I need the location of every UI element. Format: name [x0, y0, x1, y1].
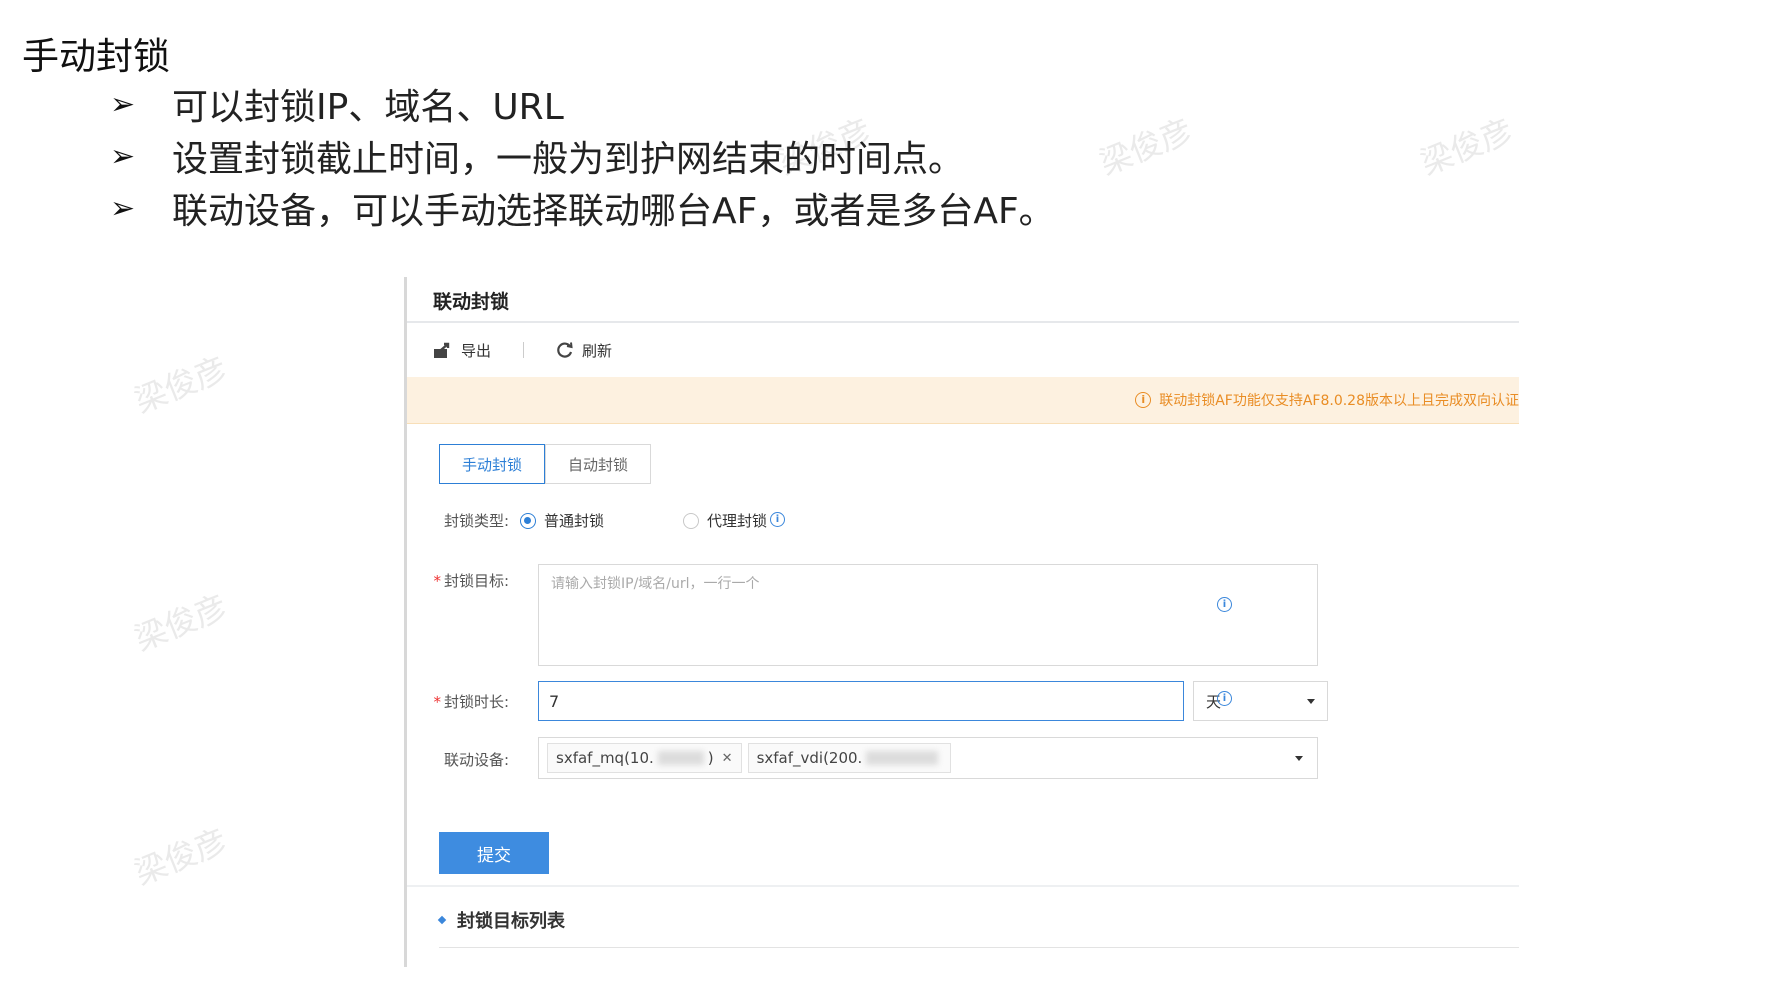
- block-duration-input[interactable]: [538, 681, 1184, 721]
- info-icon[interactable]: i: [1217, 597, 1232, 612]
- toolbar-divider: [523, 342, 525, 358]
- bullet-item: ➢ 设置封锁截止时间，一般为到护网结束的时间点。: [110, 130, 964, 182]
- divider: [407, 885, 1519, 887]
- arrow-right-icon: ➢: [110, 86, 136, 122]
- linked-block-panel: 联动封锁 导出 刷新 i 联动封锁AF功能仅支持AF8.0.28版本以上且完成双…: [404, 277, 1519, 967]
- arrow-right-icon: ➢: [110, 190, 136, 226]
- block-type-label: 封锁类型:: [443, 512, 509, 530]
- bullet-item: ➢ 联动设备，可以手动选择联动哪台AF，或者是多台AF。: [110, 182, 1055, 234]
- watermark: 梁俊彦: [1415, 111, 1519, 183]
- watermark: 梁俊彦: [129, 821, 233, 893]
- slide-title: 手动封锁: [22, 35, 170, 78]
- device-chip-label: sxfaf_vdi(200.: [756, 749, 863, 767]
- submit-button[interactable]: 提交: [439, 832, 549, 874]
- required-mark: *: [433, 693, 441, 711]
- notice-text: 联动封锁AF功能仅支持AF8.0.28版本以上且完成双向认证: [1159, 393, 1519, 409]
- block-target-label: * 封锁目标:: [429, 570, 509, 591]
- export-label: 导出: [461, 341, 492, 360]
- chevron-down-icon: [1295, 756, 1303, 761]
- arrow-right-icon: ➢: [110, 138, 136, 174]
- bullet-item: ➢ 可以封锁IP、域名、URL: [110, 78, 564, 130]
- export-button[interactable]: 导出: [433, 340, 491, 361]
- device-chip: sxfaf_vdi(200.: [747, 743, 952, 773]
- chevron-down-icon: [1307, 698, 1315, 704]
- export-icon: [434, 342, 450, 358]
- list-title-text: 封锁目标列表: [457, 911, 565, 932]
- toolbar: 导出 刷新: [433, 335, 612, 365]
- info-icon[interactable]: i: [770, 512, 785, 527]
- block-target-label-text: 封锁目标:: [443, 572, 509, 590]
- divider: [407, 321, 1519, 323]
- notice-banner: i 联动封锁AF功能仅支持AF8.0.28版本以上且完成双向认证: [407, 377, 1519, 424]
- required-mark: *: [433, 572, 441, 590]
- refresh-icon: [557, 342, 573, 358]
- watermark: 梁俊彦: [129, 349, 233, 421]
- bullet-text: 联动设备，可以手动选择联动哪台AF，或者是多台AF。: [172, 191, 1055, 232]
- watermark: 梁俊彦: [1094, 111, 1198, 183]
- notice-text-wrap: i 联动封锁AF功能仅支持AF8.0.28版本以上且完成双向认证: [1135, 390, 1519, 410]
- device-chip: sxfaf_mq(10. ) ✕: [547, 743, 742, 773]
- tab-auto-block[interactable]: 自动封锁: [545, 444, 651, 484]
- refresh-button[interactable]: 刷新: [556, 340, 612, 361]
- info-icon: i: [1135, 392, 1152, 408]
- close-icon[interactable]: ✕: [722, 751, 733, 766]
- diamond-bullet-icon: [437, 915, 447, 925]
- linked-devices-select[interactable]: sxfaf_mq(10. ) ✕ sxfaf_vdi(200.: [538, 737, 1318, 779]
- bullet-text: 设置封锁截止时间，一般为到护网结束的时间点。: [172, 139, 965, 180]
- tab-bar: 手动封锁 自动封锁: [439, 444, 651, 484]
- duration-unit-select[interactable]: 天: [1193, 681, 1328, 721]
- radio-dot: [520, 512, 536, 529]
- watermark: 梁俊彦: [129, 587, 233, 659]
- tab-manual-block[interactable]: 手动封锁: [439, 444, 545, 484]
- divider: [439, 947, 1519, 948]
- bullet-text: 可以封锁IP、域名、URL: [172, 87, 564, 128]
- radio-label: 普通封锁: [544, 512, 605, 530]
- block-target-list-heading: 封锁目标列表: [437, 907, 565, 933]
- radio-label: 代理封锁: [707, 512, 768, 530]
- radio-normal-block[interactable]: 普通封锁: [520, 510, 604, 531]
- radio-dot: [683, 512, 699, 529]
- info-icon[interactable]: i: [1217, 691, 1232, 706]
- panel-title: 联动封锁: [433, 291, 510, 313]
- redacted-text: [657, 751, 704, 765]
- refresh-label: 刷新: [582, 341, 613, 360]
- block-duration-label: * 封锁时长:: [429, 691, 509, 712]
- block-target-textarea[interactable]: [538, 564, 1318, 666]
- radio-proxy-block[interactable]: 代理封锁: [683, 510, 767, 531]
- redacted-text: [866, 751, 939, 765]
- block-duration-label-text: 封锁时长:: [443, 693, 509, 711]
- linked-devices-label: 联动设备:: [443, 751, 509, 769]
- device-chip-suffix: ): [707, 749, 714, 767]
- device-chip-label: sxfaf_mq(10.: [556, 749, 654, 767]
